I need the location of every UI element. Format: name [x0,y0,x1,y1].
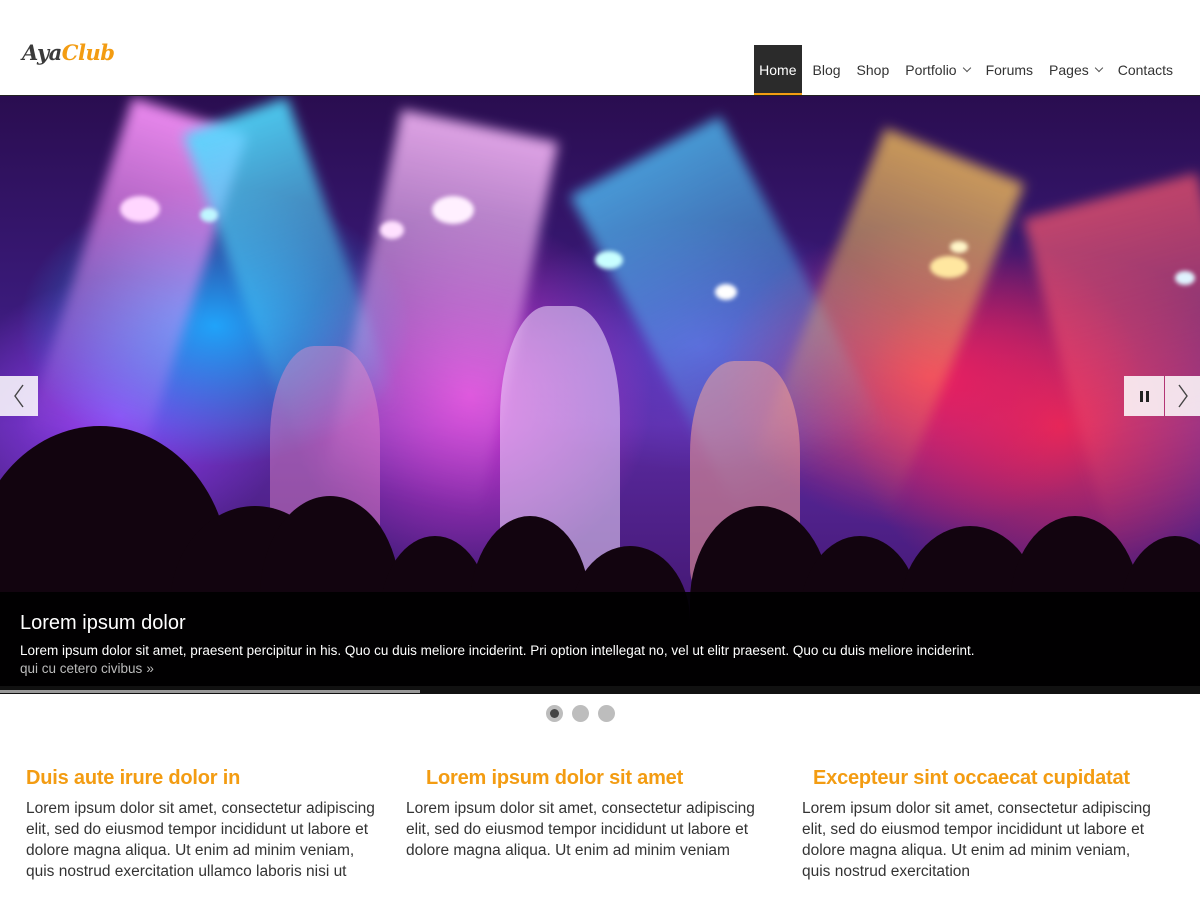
slide-progress-track [0,686,1200,694]
nav-shop-label: Shop [856,62,890,78]
feature-text: Lorem ipsum dolor sit amet, consectetur … [406,800,755,859]
nav-forums[interactable]: Forums [981,45,1038,95]
slider-dot-3[interactable] [597,705,615,722]
logo-part1: Aya [22,40,62,65]
slider-dot-2[interactable] [571,705,589,722]
nav-contacts[interactable]: Contacts [1113,45,1178,95]
slide-caption-link[interactable]: qui cu cetero civibus» [20,661,1180,676]
nav-home-label: Home [759,62,797,78]
slider-prev-button[interactable] [0,376,38,416]
feature-title[interactable]: Excepteur sint occaecat cupidatat [813,767,1162,790]
logo-part2: Club [61,40,115,65]
hero-slider: Lorem ipsum dolor Lorem ipsum dolor sit … [0,96,1200,694]
slide-caption: Lorem ipsum dolor Lorem ipsum dolor sit … [0,592,1200,686]
feature-text: Lorem ipsum dolor sit amet, consectetur … [802,800,1151,880]
chevron-down-icon [1094,63,1103,73]
pause-icon [1139,390,1143,402]
feature-column-1: Duis aute irure dolor in Lorem ipsum dol… [26,767,386,882]
slider-pagination [0,705,1200,722]
nav-contacts-label: Contacts [1117,62,1173,78]
slider-next-button[interactable] [1165,376,1200,416]
chevron-down-icon [962,63,971,73]
feature-title[interactable]: Duis aute irure dolor in [26,767,386,790]
slider-dot-1[interactable] [545,705,563,722]
nav-pages-label: Pages [1049,62,1089,78]
feature-text: Lorem ipsum dolor sit amet, consectetur … [26,800,375,880]
main-nav: Home Blog Shop Portfolio Forums Pages Co… [753,45,1178,95]
double-chevron-right-icon: » [146,661,154,676]
slide-progress-bar [0,690,420,693]
nav-blog-label: Blog [812,62,841,78]
nav-portfolio-label: Portfolio [905,62,957,78]
nav-portfolio[interactable]: Portfolio [900,45,974,95]
feature-title[interactable]: Lorem ipsum dolor sit amet [426,767,766,790]
slide-caption-link-label: qui cu cetero civibus [20,661,143,676]
slider-pause-button[interactable] [1124,376,1164,416]
feature-column-2: Lorem ipsum dolor sit amet Lorem ipsum d… [406,767,766,861]
slide-caption-text: Lorem ipsum dolor sit amet, praesent per… [20,643,975,658]
slide-caption-title: Lorem ipsum dolor [20,612,186,634]
feature-column-3: Excepteur sint occaecat cupidatat Lorem … [802,767,1162,882]
nav-pages[interactable]: Pages [1044,45,1107,95]
nav-blog[interactable]: Blog [808,45,846,95]
site-header: AyaClub Home Blog Shop Portfolio Forums … [0,0,1200,96]
nav-forums-label: Forums [985,62,1034,78]
nav-home[interactable]: Home [754,45,802,95]
chevron-left-icon [14,384,24,408]
nav-shop[interactable]: Shop [852,45,895,95]
chevron-right-icon [1177,384,1188,408]
site-logo[interactable]: AyaClub [22,40,115,65]
